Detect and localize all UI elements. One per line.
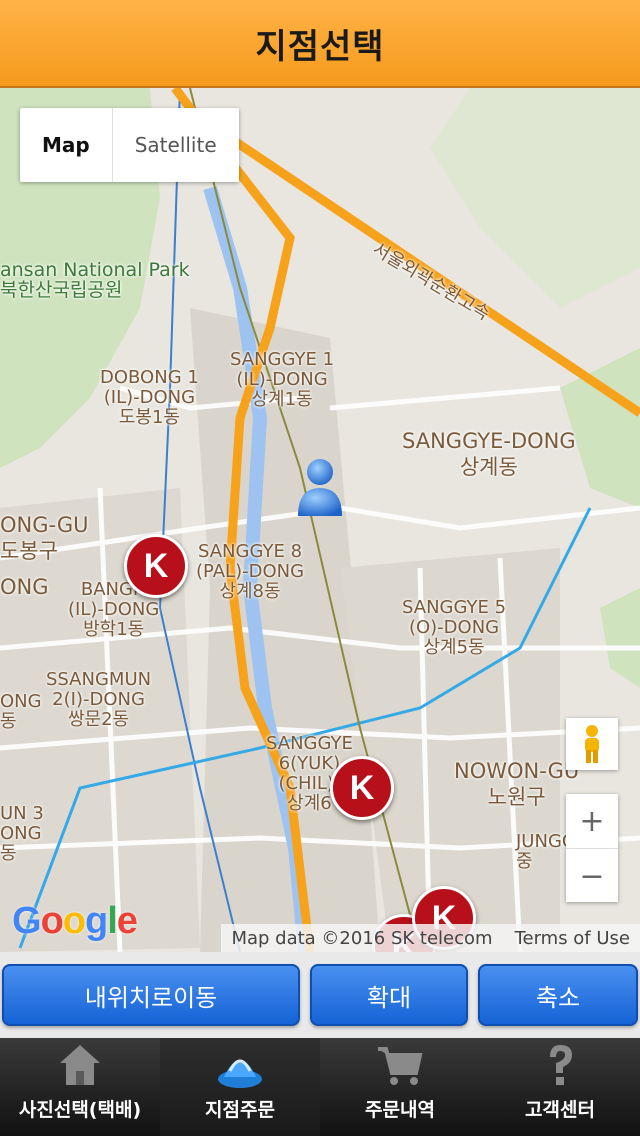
tab-label: 주문내역	[365, 1099, 435, 1121]
tab-order-history[interactable]: 주문내역	[320, 1038, 480, 1136]
district-label-sanggye-dong: SANGGYE-DONG 상계동	[402, 429, 576, 479]
district-label-nowon-gu: NOWON-GU 노원구	[454, 759, 580, 809]
district-label-ong: ONG	[0, 575, 49, 599]
pegman-icon	[585, 725, 599, 763]
cart-icon	[378, 1047, 423, 1085]
tab-label: 사진선택(택배)	[18, 1099, 142, 1121]
branch-marker[interactable]: K	[330, 756, 394, 820]
street-view-pegman-button[interactable]	[566, 718, 618, 770]
home-icon	[60, 1045, 100, 1085]
branch-marker[interactable]: K	[124, 534, 188, 598]
district-label-sanggye1: SANGGYE 1 (IL)-DONG 상계1동	[230, 349, 335, 410]
map-attribution: Map data ©2016 SK telecom Terms of Use	[221, 924, 640, 952]
map-zoom-out-button[interactable]: −	[566, 849, 618, 903]
page-title: 지점선택	[255, 26, 385, 67]
tab-customer-center[interactable]: 고객센터	[480, 1038, 640, 1136]
app-header: 지점선택	[0, 0, 640, 88]
district-label-ssangmun2: SSANGMUN 2(I)-DONG 쌍문2동	[46, 669, 152, 730]
action-button-bar: 내위치로이동 확대 축소	[0, 952, 640, 1038]
map-base-layer	[0, 88, 640, 952]
map-view[interactable]: Map Satellite ansan National Park 북한산국립공…	[0, 88, 640, 952]
google-logo-letter: G	[12, 900, 42, 942]
my-location-button[interactable]: 내위치로이동	[2, 964, 300, 1026]
tab-label: 지점주문	[205, 1099, 275, 1121]
google-logo-letter: o	[40, 900, 64, 942]
bottom-tab-bar: 사진선택(택배) 지점주문 주문내역 고객센터	[0, 1038, 640, 1136]
google-logo: Google	[12, 900, 138, 943]
tab-label: 고객센터	[525, 1099, 595, 1121]
district-label-dobong-gu: ONG-GU 도봉구	[0, 513, 89, 563]
google-logo-letter: o	[62, 900, 86, 942]
district-label-dobong1: DOBONG 1 (IL)-DONG 도봉1동	[100, 367, 199, 428]
district-label-ong-left: ONG 동	[0, 691, 42, 732]
map-type-control: Map Satellite	[20, 108, 239, 182]
zoom-in-button[interactable]: 확대	[310, 964, 468, 1026]
tab-branch-order[interactable]: 지점주문	[160, 1038, 320, 1136]
map-zoom-control: + −	[566, 794, 618, 902]
district-label-ssangmun3: UN 3 ONG 동	[0, 803, 44, 864]
map-data-text: Map data ©2016 SK telecom	[231, 927, 493, 949]
zoom-out-button[interactable]: 축소	[478, 964, 638, 1026]
branch-icon	[218, 1059, 262, 1088]
my-location-icon	[298, 459, 342, 516]
google-logo-letter: e	[116, 900, 138, 942]
question-icon	[550, 1045, 572, 1085]
district-label-sanggye8: SANGGYE 8 (PAL)-DONG 상계8동	[196, 541, 305, 602]
google-logo-letter: g	[85, 900, 108, 942]
map-zoom-in-button[interactable]: +	[566, 794, 618, 849]
tab-photo-select[interactable]: 사진선택(택배)	[0, 1038, 160, 1136]
terms-of-use-link[interactable]: Terms of Use	[515, 928, 630, 949]
district-label-sanggye5: SANGGYE 5 (O)-DONG 상계5동	[402, 597, 507, 658]
map-type-map-button[interactable]: Map	[20, 108, 113, 182]
park-label: ansan National Park 북한산국립공원	[0, 259, 190, 301]
google-logo-letter: l	[107, 900, 118, 942]
map-type-satellite-button[interactable]: Satellite	[113, 108, 239, 182]
